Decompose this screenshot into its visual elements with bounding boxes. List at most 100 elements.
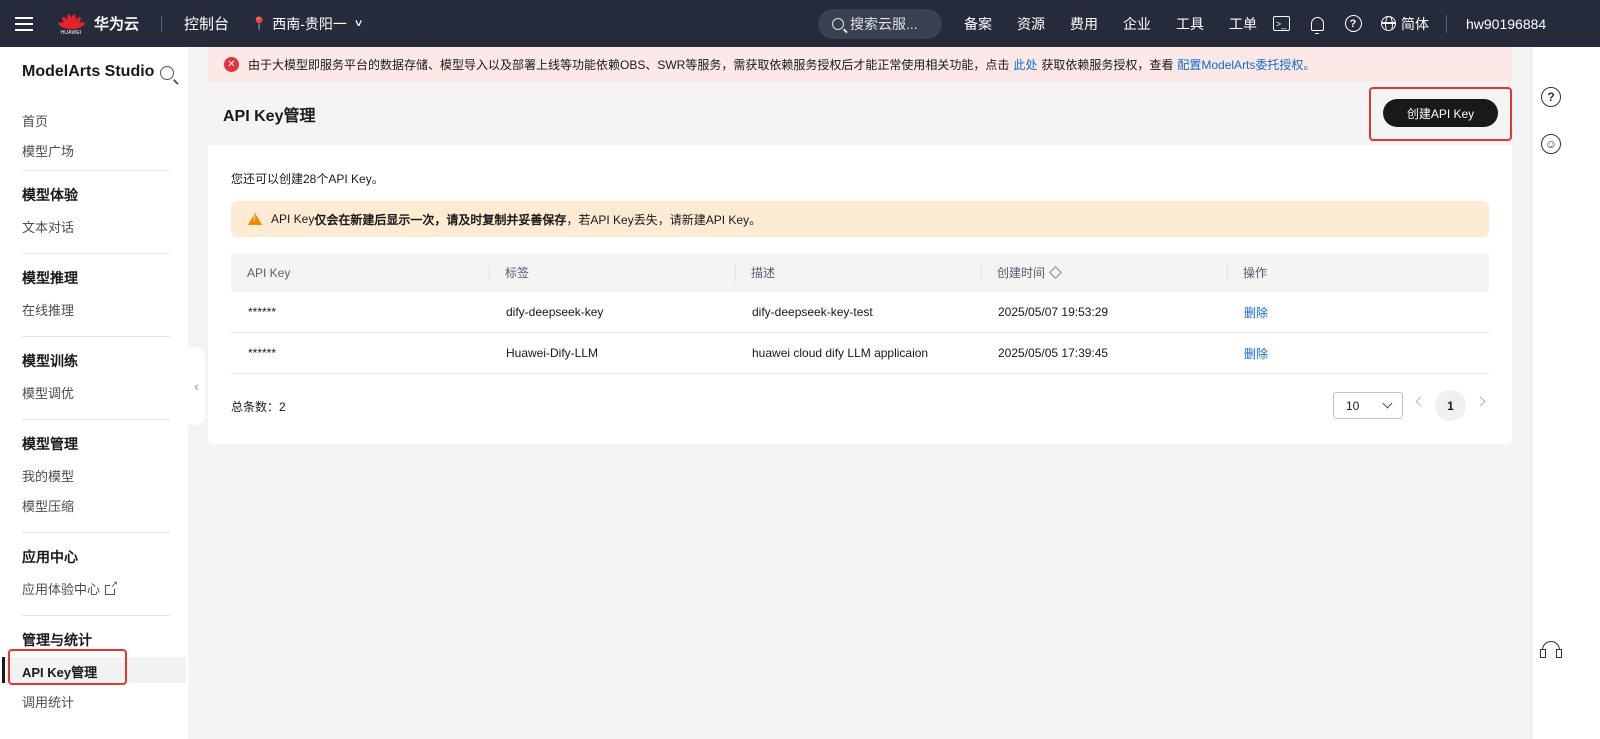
sidebar-item-model-square[interactable]: 模型广场 xyxy=(22,141,74,160)
warning-banner: API Key仅会在新建后显示一次，请及时复制并妥善保存，若API Key丢失，… xyxy=(231,201,1489,237)
sidebar-section-model-inference: 模型推理 xyxy=(22,270,78,286)
cell-tag: Huawei-Dify-LLM xyxy=(506,346,599,360)
divider xyxy=(22,336,170,337)
nav-link-beian[interactable]: 备案 xyxy=(964,14,992,34)
top-nav-links: 备案 资源 费用 企业 工具 工单 xyxy=(964,0,1282,47)
api-key-card: 您还可以创建28个API Key。 API Key仅会在新建后显示一次，请及时复… xyxy=(208,145,1512,444)
remaining-quota-text: 您还可以创建28个API Key。 xyxy=(231,172,384,186)
cell-created-time: 2025/05/05 17:39:45 xyxy=(998,346,1109,360)
nav-link-enterprise[interactable]: 企业 xyxy=(1123,14,1151,34)
sidebar-item-my-models[interactable]: 我的模型 xyxy=(22,466,74,485)
authorization-alert-banner: ✕ 由于大模型即服务平台的数据存储、模型导入以及部署上线等功能依赖OBS、SWR… xyxy=(208,47,1512,82)
column-header-created-time[interactable]: 创建时间 xyxy=(981,253,1227,292)
divider xyxy=(161,15,163,32)
table-row: ****** Huawei-Dify-LLM huawei cloud dify… xyxy=(231,333,1489,374)
brand-name: 华为云 xyxy=(94,16,140,33)
cell-api-key: ****** xyxy=(248,305,277,319)
alert-link-configure-delegation[interactable]: 配置ModelArts委托授权。 xyxy=(1177,56,1315,73)
delete-link[interactable]: 删除 xyxy=(1244,347,1268,361)
sidebar: ModelArts Studio 首页 模型广场 模型体验 文本对话 模型推理 … xyxy=(0,47,188,739)
highlight-box xyxy=(1369,87,1512,141)
sidebar-section-model-management: 模型管理 xyxy=(22,436,78,452)
sidebar-item-text-chat[interactable]: 文本对话 xyxy=(22,217,74,236)
sidebar-item-call-statistics[interactable]: 调用统计 xyxy=(22,692,74,711)
sidebar-section-app-center: 应用中心 xyxy=(22,549,78,565)
divider xyxy=(22,532,170,533)
divider xyxy=(22,615,170,616)
divider xyxy=(22,419,170,420)
warning-icon xyxy=(248,213,262,225)
cell-created-time: 2025/05/07 19:53:29 xyxy=(998,305,1109,319)
search-icon[interactable] xyxy=(160,66,174,80)
location-pin-icon: 📍 xyxy=(251,15,268,31)
smiley-feedback-icon[interactable]: ☺ xyxy=(1541,134,1561,154)
global-search[interactable]: 搜索云服... xyxy=(818,9,942,39)
sidebar-item-app-experience-center[interactable]: 应用体验中心 xyxy=(22,579,119,598)
bell-icon[interactable] xyxy=(1307,14,1327,34)
region-selector[interactable]: 📍 西南-贵阳一 ∨ xyxy=(251,14,364,34)
alert-text: 由于大模型即服务平台的数据存储、模型导入以及部署上线等功能依赖OBS、SWR等服… xyxy=(248,58,1010,72)
sidebar-item-online-inference[interactable]: 在线推理 xyxy=(22,300,74,319)
globe-icon xyxy=(1381,16,1396,31)
page-size-value: 10 xyxy=(1346,398,1360,413)
sidebar-item-home[interactable]: 首页 xyxy=(22,111,48,130)
sidebar-item-model-compression[interactable]: 模型压缩 xyxy=(22,496,74,515)
api-key-table: API Key 标签 描述 创建时间 操作 ****** dify-deepse… xyxy=(231,253,1489,374)
page-number-current[interactable]: 1 xyxy=(1435,390,1466,421)
page-size-select[interactable]: 10 xyxy=(1333,392,1403,419)
right-toolbar: ? ☺ xyxy=(1531,47,1600,739)
column-header-description: 描述 xyxy=(735,253,981,292)
help-icon[interactable]: ? xyxy=(1541,87,1561,107)
sidebar-title: ModelArts Studio xyxy=(22,63,155,80)
sidebar-collapse-toggle[interactable]: ‹ xyxy=(188,347,205,425)
nav-link-resources[interactable]: 资源 xyxy=(1017,14,1045,34)
highlight-box xyxy=(8,649,127,685)
chevron-down-icon xyxy=(1382,398,1393,409)
search-placeholder: 搜索云服... xyxy=(850,16,918,32)
sidebar-section-management-statistics: 管理与统计 xyxy=(22,632,92,648)
active-indicator xyxy=(2,657,5,683)
menu-icon[interactable] xyxy=(0,0,48,47)
next-page-icon[interactable] xyxy=(1475,396,1486,407)
huawei-wordmark: HUAWEI xyxy=(60,29,82,36)
sidebar-section-model-experience: 模型体验 xyxy=(22,187,78,203)
console-link[interactable]: 控制台 xyxy=(184,13,229,34)
region-label: 西南-贵阳一 xyxy=(272,15,347,32)
page-title: API Key管理 xyxy=(223,108,316,125)
top-navbar: HUAWEI 华为云 控制台 📍 西南-贵阳一 ∨ 搜索云服... 备案 资源 … xyxy=(0,0,1600,47)
divider xyxy=(22,253,170,254)
warning-bold-text: 仅会在新建后显示一次，请及时复制并妥善保存 xyxy=(314,212,567,227)
divider xyxy=(1446,15,1447,33)
column-header-tag: 标签 xyxy=(489,253,735,292)
prev-page-icon[interactable] xyxy=(1415,396,1426,407)
cell-api-key: ****** xyxy=(248,346,277,360)
total-count: 总条数：2 xyxy=(231,400,286,414)
terminal-icon[interactable]: >_ xyxy=(1271,14,1291,34)
alert-link-here[interactable]: 此处 xyxy=(1013,56,1037,73)
cell-tag: dify-deepseek-key xyxy=(506,305,604,319)
nav-link-tickets[interactable]: 工单 xyxy=(1229,14,1257,34)
cell-description: huawei cloud dify LLM applicaion xyxy=(752,346,929,360)
external-link-icon xyxy=(105,580,119,595)
user-account[interactable]: hw90196884 xyxy=(1466,0,1546,47)
table-row: ****** dify-deepseek-key dify-deepseek-k… xyxy=(231,292,1489,333)
chevron-down-icon: ∨ xyxy=(353,18,364,29)
chevron-left-icon: ‹ xyxy=(194,378,199,394)
nav-link-tools[interactable]: 工具 xyxy=(1176,14,1204,34)
language-selector[interactable]: 简体 xyxy=(1381,14,1429,34)
help-icon[interactable]: ? xyxy=(1343,14,1363,34)
delete-link[interactable]: 删除 xyxy=(1244,306,1268,320)
warning-prefix: API Key xyxy=(271,212,315,226)
sidebar-item-model-tuning[interactable]: 模型调优 xyxy=(22,383,74,402)
column-header-actions: 操作 xyxy=(1227,253,1489,292)
column-header-api-key: API Key xyxy=(247,265,291,280)
sidebar-item-label: 应用体验中心 xyxy=(22,582,101,597)
sidebar-section-model-training: 模型训练 xyxy=(22,353,78,369)
search-icon xyxy=(832,18,844,30)
headset-support-icon[interactable] xyxy=(1540,641,1562,658)
sort-icon[interactable] xyxy=(1049,266,1062,279)
nav-link-billing[interactable]: 费用 xyxy=(1070,14,1098,34)
huawei-cloud-logo[interactable]: HUAWEI 华为云 xyxy=(56,12,139,36)
cell-description: dify-deepseek-key-test xyxy=(752,305,873,319)
table-header: API Key 标签 描述 创建时间 操作 xyxy=(231,253,1489,292)
